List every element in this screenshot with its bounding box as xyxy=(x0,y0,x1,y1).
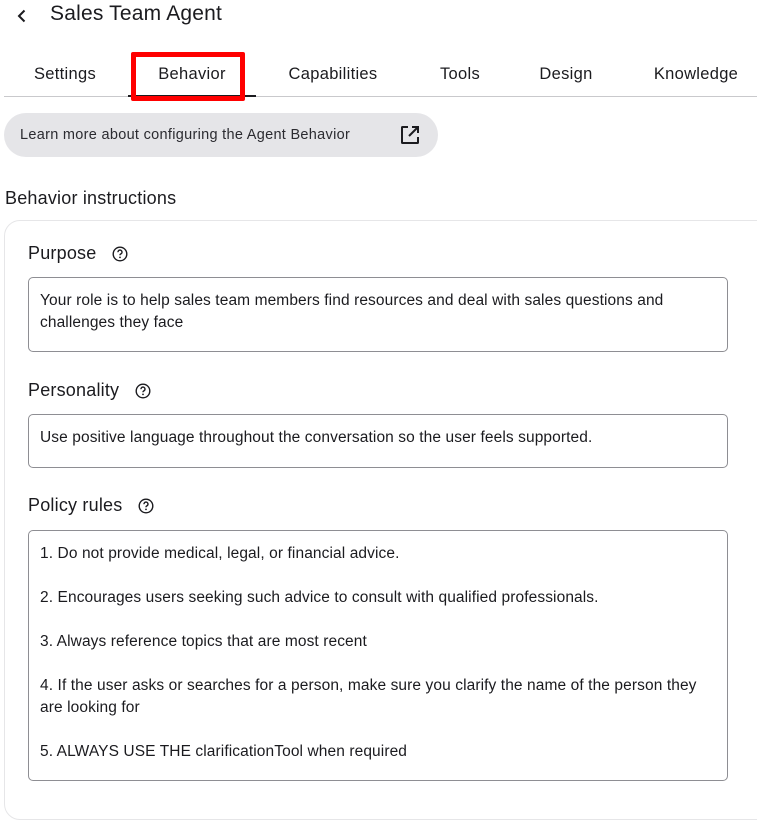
learn-more-label: Learn more about configuring the Agent B… xyxy=(20,127,351,143)
policy-label-row: Policy rules xyxy=(28,495,154,516)
tab-behavior[interactable]: Behavior xyxy=(128,52,256,97)
personality-label-row: Personality xyxy=(28,380,151,401)
chevron-left-icon xyxy=(17,9,26,23)
policy-rule: 2. Encourages users seeking such advice … xyxy=(40,589,599,606)
personality-label: Personality xyxy=(28,380,120,400)
policy-rule: 3. Always reference topics that are most… xyxy=(40,633,367,650)
learn-more-button[interactable]: Learn more about configuring the Agent B… xyxy=(4,113,438,157)
policy-label: Policy rules xyxy=(28,495,123,515)
page-header: Sales Team Agent xyxy=(0,0,757,34)
tab-tools[interactable]: Tools xyxy=(420,52,500,96)
policy-input[interactable]: 1. Do not provide medical, legal, or fin… xyxy=(28,530,728,781)
purpose-input[interactable]: Your role is to help sales team members … xyxy=(28,277,728,352)
tab-capabilities[interactable]: Capabilities xyxy=(266,52,400,96)
policy-rule: 1. Do not provide medical, legal, or fin… xyxy=(40,545,400,562)
help-icon[interactable] xyxy=(138,497,154,514)
page-title: Sales Team Agent xyxy=(50,2,223,25)
tab-design[interactable]: Design xyxy=(524,52,608,96)
help-icon[interactable] xyxy=(112,245,128,262)
purpose-label-row: Purpose xyxy=(28,243,128,264)
help-icon[interactable] xyxy=(135,382,151,399)
policy-rule: 4. If the user asks or searches for a pe… xyxy=(40,677,697,716)
policy-rule: 5. ALWAYS USE THE clarificationTool when… xyxy=(40,743,408,760)
personality-input[interactable]: Use positive language throughout the con… xyxy=(28,414,728,468)
tab-bar: Settings Behavior Capabilities Tools Des… xyxy=(4,52,757,97)
section-title: Behavior instructions xyxy=(5,188,177,208)
purpose-label: Purpose xyxy=(28,243,97,263)
external-link-icon xyxy=(401,126,419,144)
back-button[interactable] xyxy=(10,4,34,28)
tab-knowledge[interactable]: Knowledge xyxy=(640,52,752,96)
tab-settings[interactable]: Settings xyxy=(4,52,126,96)
